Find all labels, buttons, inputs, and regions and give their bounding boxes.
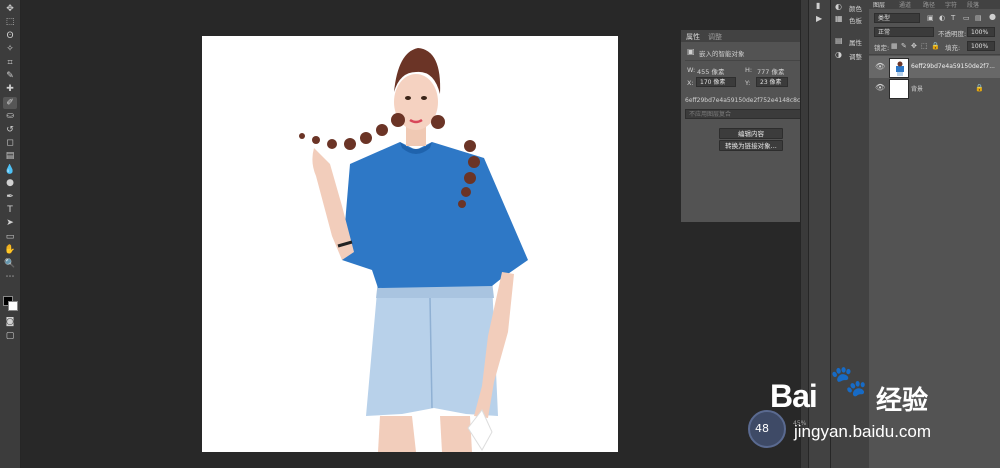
type-icon[interactable]: T: [3, 204, 17, 216]
move-icon[interactable]: ✥: [3, 3, 17, 15]
crop-icon[interactable]: ⌗: [3, 57, 17, 69]
filter-adjustment-icon[interactable]: ◐: [939, 13, 945, 23]
opacity-input[interactable]: 100%: [967, 27, 995, 37]
brush-icon[interactable]: ✐: [3, 96, 17, 109]
canvas-image: [299, 48, 528, 452]
clone-stamp-icon[interactable]: ⛀: [3, 110, 17, 122]
more-tools-icon[interactable]: ⋯: [3, 271, 17, 283]
document-canvas[interactable]: [202, 36, 618, 452]
zoom-value: 48: [755, 422, 769, 435]
lock-artboard-icon[interactable]: ⬚: [921, 41, 928, 51]
layer-name[interactable]: 背景: [911, 84, 923, 93]
watermark-url: jingyan.baidu.com: [794, 422, 932, 441]
tab-paths[interactable]: 路径: [923, 0, 935, 9]
lock-transparent-icon[interactable]: ▦: [891, 41, 898, 51]
blend-mode-select[interactable]: 正常: [874, 27, 934, 37]
adjustments-icon[interactable]: ◑: [835, 50, 842, 60]
dodge-icon[interactable]: ●: [3, 177, 17, 189]
watermark-brand: Bai: [770, 378, 818, 414]
layer-comp-select[interactable]: 不应用图层复合: [685, 109, 816, 119]
play-icon[interactable]: ▶: [816, 14, 822, 24]
x-input[interactable]: 170 像素: [696, 77, 736, 87]
tab-properties[interactable]: 属性: [686, 32, 700, 42]
lock-image-icon[interactable]: ✎: [901, 41, 907, 51]
tab-paragraph[interactable]: 段落: [967, 0, 979, 9]
w-label: W:: [687, 66, 696, 74]
layer-row[interactable]: 👁 背景 🔒: [869, 78, 1000, 99]
layer-filter-select[interactable]: 类型: [874, 13, 920, 23]
opacity-label: 不透明度:: [938, 30, 967, 38]
screen-mode-icon[interactable]: ▢: [3, 330, 17, 342]
watermark-brand-2: 经验: [876, 386, 929, 416]
color-icon[interactable]: ◐: [835, 2, 842, 12]
filter-smart-object-icon[interactable]: ▤: [975, 13, 982, 23]
pen-icon[interactable]: ✒: [3, 191, 17, 203]
tab-character[interactable]: 字符: [945, 0, 957, 9]
h-value[interactable]: 777 像素: [757, 66, 784, 76]
filter-type-icon[interactable]: T: [951, 13, 955, 23]
dock-swatches[interactable]: 色板: [849, 15, 862, 25]
layer-thumbnail: [889, 79, 909, 99]
y-input[interactable]: 23 像素: [756, 77, 788, 87]
magic-wand-icon[interactable]: ✧: [3, 43, 17, 55]
w-value[interactable]: 455 像素: [697, 66, 724, 76]
path-selection-icon[interactable]: ➤: [3, 217, 17, 229]
swatches-icon[interactable]: ▦: [835, 14, 843, 24]
tab-channels[interactable]: 通道: [899, 0, 911, 9]
tab-adjustments[interactable]: 调整: [708, 32, 722, 42]
eraser-icon[interactable]: ◻: [3, 137, 17, 149]
lock-label: 锁定:: [874, 44, 890, 52]
dock-color[interactable]: 颜色: [849, 3, 862, 13]
filter-shape-icon[interactable]: ▭: [963, 13, 970, 23]
divider: [869, 54, 1000, 55]
layer-row[interactable]: 👁 6eff29bd7e4a59150de2f7...: [869, 56, 1000, 78]
visibility-eye-icon[interactable]: 👁: [875, 83, 885, 93]
info-icon[interactable]: ▮: [816, 1, 820, 11]
lasso-icon[interactable]: ʘ: [3, 30, 17, 42]
fill-input[interactable]: 100%: [967, 41, 995, 51]
marquee-icon[interactable]: ⬚: [3, 16, 17, 28]
properties-title: 嵌入的智能对象: [699, 50, 745, 58]
baidu-watermark: Bai 🐾 经验 jingyan.baidu.com: [770, 362, 1000, 462]
x-label: X:: [687, 79, 694, 87]
fill-label: 填充:: [945, 44, 961, 52]
h-label: H:: [745, 66, 753, 74]
lock-icon: 🔒: [975, 84, 984, 92]
smart-object-icon: ▣: [687, 47, 695, 56]
layer-thumbnail: [889, 58, 909, 78]
lock-all-icon[interactable]: 🔒: [931, 41, 940, 51]
lock-position-icon[interactable]: ✥: [911, 41, 917, 51]
history-brush-icon[interactable]: ↺: [3, 124, 17, 136]
shape-icon[interactable]: ▭: [3, 231, 17, 243]
filter-pixel-icon[interactable]: ▣: [927, 13, 934, 23]
quick-mask-icon[interactable]: ◙: [3, 316, 17, 328]
convert-linked-button[interactable]: 转换为链接对象...: [719, 140, 783, 151]
zoom-icon[interactable]: 🔍: [3, 258, 17, 270]
y-label: Y:: [745, 79, 751, 87]
gradient-icon[interactable]: ▤: [3, 150, 17, 162]
layer-name[interactable]: 6eff29bd7e4a59150de2f7...: [911, 63, 995, 70]
dock-properties[interactable]: 属性: [849, 37, 862, 47]
visibility-eye-icon[interactable]: 👁: [875, 62, 885, 72]
background-color-swatch[interactable]: [8, 301, 18, 311]
dock-adjustments[interactable]: 调整: [849, 51, 862, 61]
tab-layers[interactable]: 图层: [873, 0, 885, 9]
layers-tabbar: 图层 通道 路径 字符 段落: [869, 0, 1000, 9]
hand-icon[interactable]: ✋: [3, 244, 17, 256]
eyedropper-icon[interactable]: ✎: [3, 70, 17, 82]
properties-icon[interactable]: ▤: [835, 36, 843, 46]
filter-toggle-icon[interactable]: ●: [989, 12, 996, 22]
healing-brush-icon[interactable]: ✚: [3, 83, 17, 95]
blur-icon[interactable]: 💧: [3, 164, 17, 176]
paw-icon: 🐾: [830, 364, 868, 399]
edit-contents-button[interactable]: 编辑内容: [719, 128, 783, 139]
tools-panel: ✥ ⬚ ʘ ✧ ⌗ ✎ ✚ ✐ ⛀ ↺ ◻ ▤ 💧 ● ✒ T ➤ ▭ ✋ 🔍 ⋯ ◙ ▢: [0, 0, 21, 468]
